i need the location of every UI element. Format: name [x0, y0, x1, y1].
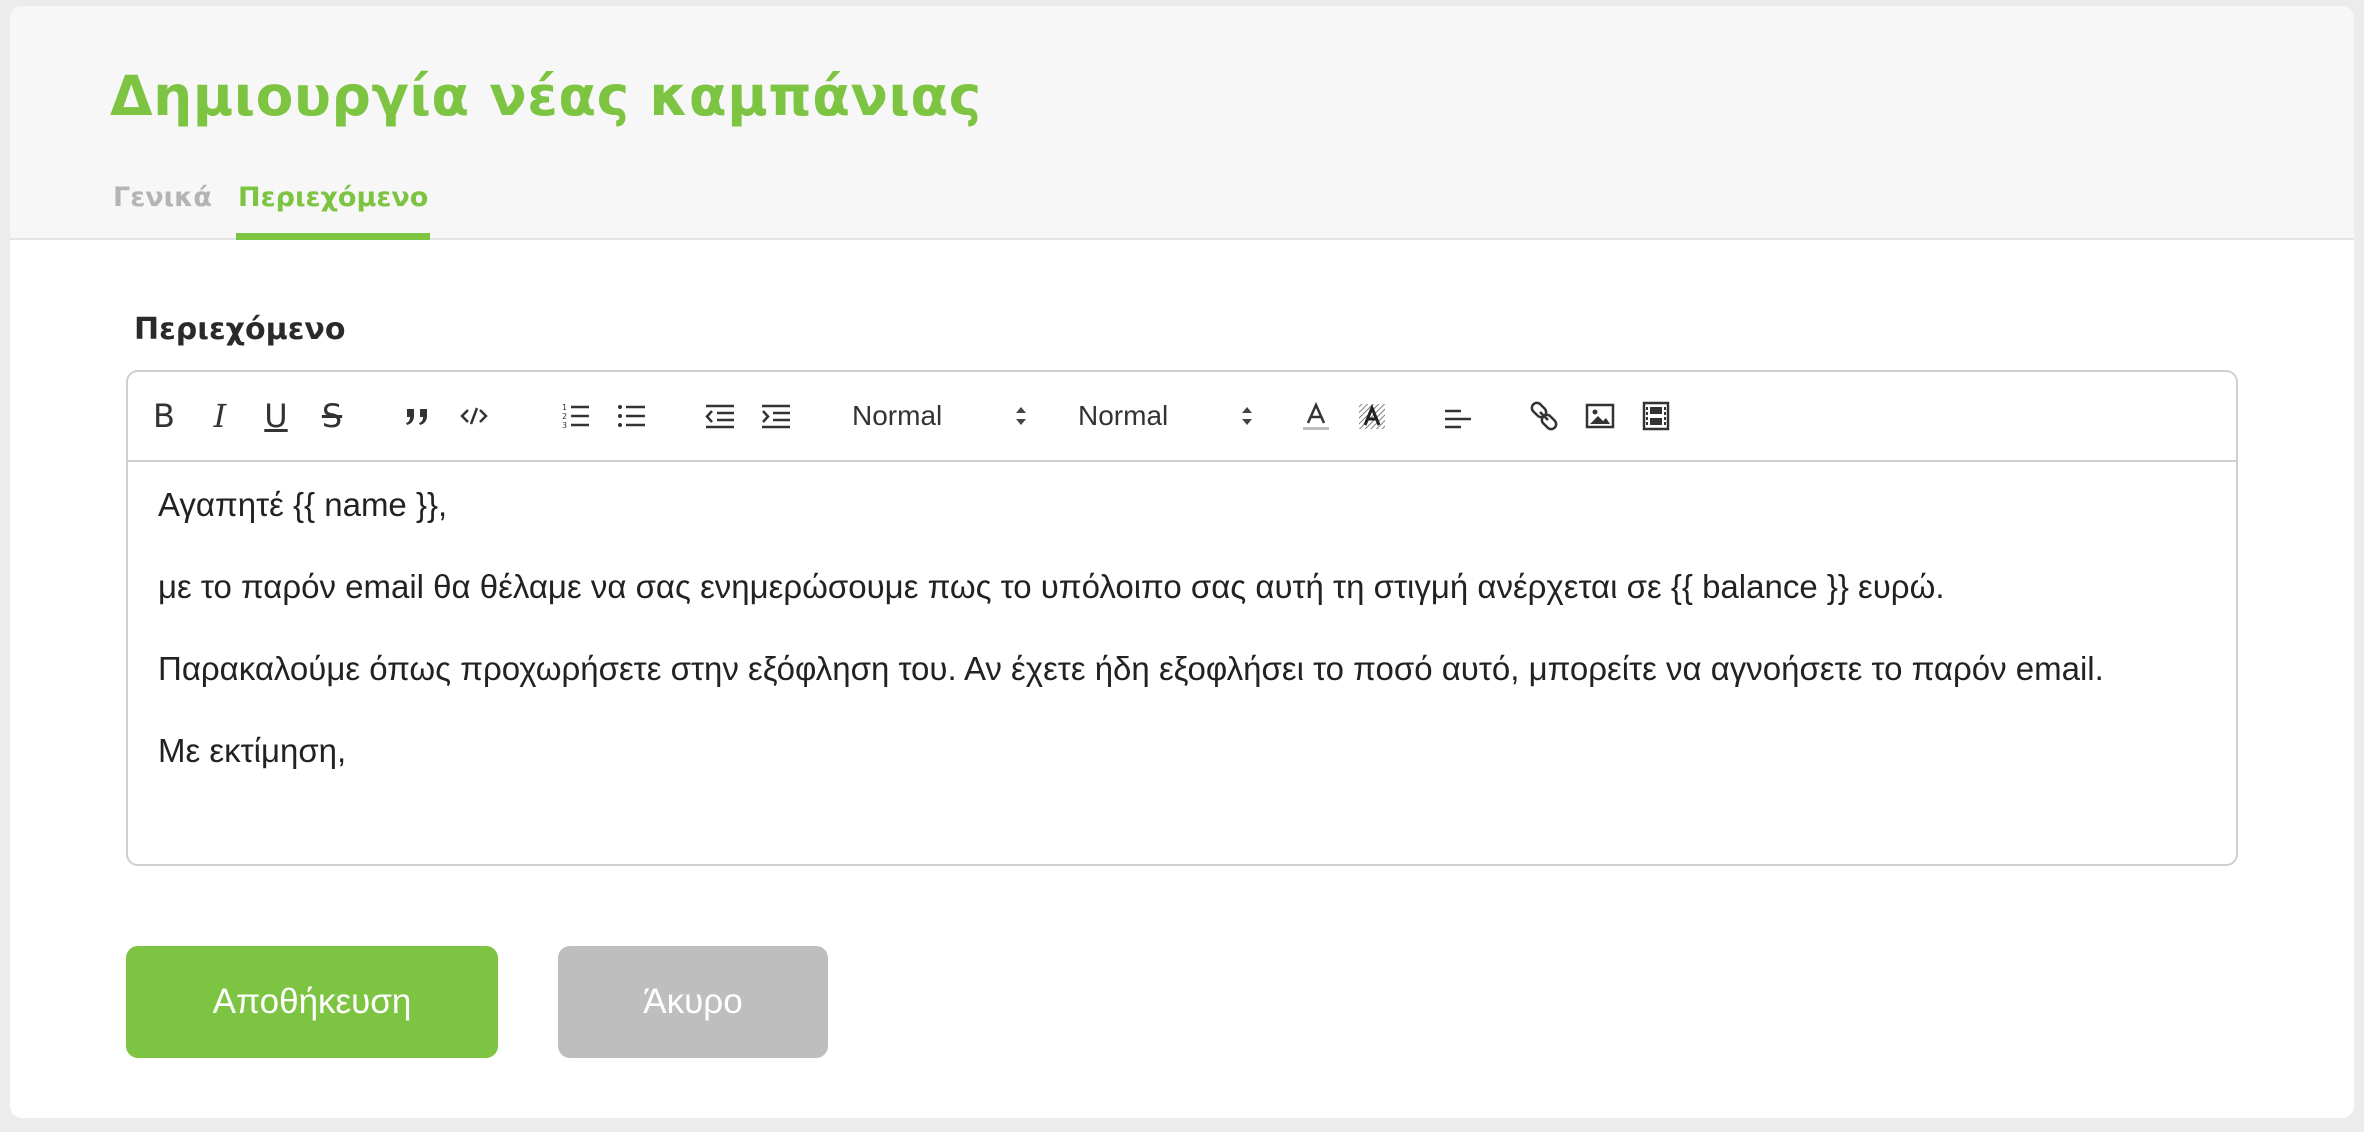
campaign-card: Δημιουργία νέας καμπάνιας Γενικά Περιεχό… [10, 6, 2354, 1118]
underline-icon: U [264, 397, 288, 435]
outdent-icon [705, 404, 734, 429]
svg-text:1: 1 [562, 403, 567, 412]
background-color-icon [1359, 404, 1385, 429]
editor-paragraph: με το παρόν email θα θέλαμε να σας ενημε… [158, 568, 1945, 605]
ordered-list-icon: 1 2 3 [562, 403, 589, 430]
code-block-icon [460, 407, 488, 425]
align-icon [1445, 409, 1471, 429]
content-field-label: Περιεχόμενο [134, 312, 346, 347]
editor-paragraph: Αγαπητέ {{ name }}, [158, 486, 448, 523]
align-button[interactable] [1436, 394, 1480, 438]
indent-button[interactable] [754, 394, 798, 438]
rich-text-editor: B I U S 1 2 3 Normal Normal Αγαπητέ {{n… [126, 370, 2238, 866]
header-select[interactable]: Normal [842, 392, 1038, 440]
background-color-button[interactable] [1350, 394, 1394, 438]
bold-button[interactable]: B [142, 394, 186, 438]
size-select[interactable]: Normal [1068, 392, 1264, 440]
header-select-value: Normal [852, 400, 943, 431]
editor-toolbar: B I U S 1 2 3 Normal Normal [128, 372, 2236, 462]
page-title: Δημιουργία νέας καμπάνιας [110, 64, 982, 128]
cancel-button[interactable]: Άκυρο [558, 946, 828, 1058]
svg-text:2: 2 [562, 412, 567, 421]
text-color-button[interactable] [1294, 394, 1338, 438]
underline-button[interactable]: U [254, 394, 298, 438]
blockquote-icon [406, 409, 427, 425]
link-icon [1530, 401, 1558, 431]
image-button[interactable] [1578, 394, 1622, 438]
video-button[interactable] [1634, 394, 1678, 438]
image-icon [1585, 403, 1615, 429]
link-button[interactable] [1522, 394, 1566, 438]
text-color-icon [1303, 401, 1329, 430]
tab-content[interactable]: Περιεχόμενο [236, 182, 431, 240]
italic-icon: I [213, 397, 227, 435]
card-header: Δημιουργία νέας καμπάνιας Γενικά Περιεχό… [10, 6, 2354, 240]
ordered-list-button[interactable]: 1 2 3 [554, 394, 598, 438]
bullet-list-button[interactable] [610, 394, 654, 438]
blockquote-button[interactable] [396, 394, 440, 438]
outdent-button[interactable] [698, 394, 742, 438]
editor-content-area[interactable]: Αγαπητέ {{ name }}, με το παρόν email θα… [128, 462, 2236, 864]
bold-icon: B [153, 397, 175, 435]
indent-icon [762, 404, 790, 429]
strikethrough-button[interactable]: S [310, 394, 354, 438]
svg-text:3: 3 [562, 421, 567, 430]
save-button[interactable]: Αποθήκευση [126, 946, 498, 1058]
bullet-list-icon [618, 405, 645, 427]
code-block-button[interactable] [452, 394, 496, 438]
size-select-value: Normal [1078, 400, 1169, 431]
italic-button[interactable]: I [198, 394, 242, 438]
video-icon [1642, 401, 1670, 431]
strikethrough-icon: S [321, 397, 343, 435]
editor-paragraph: Με εκτίμηση, [158, 732, 347, 769]
updown-arrow-icon [1016, 407, 1026, 425]
updown-arrow-icon [1242, 407, 1252, 425]
editor-paragraph: Παρακαλούμε όπως προχωρήσετε στην εξόφλη… [158, 650, 2104, 687]
tab-general[interactable]: Γενικά [113, 182, 212, 240]
